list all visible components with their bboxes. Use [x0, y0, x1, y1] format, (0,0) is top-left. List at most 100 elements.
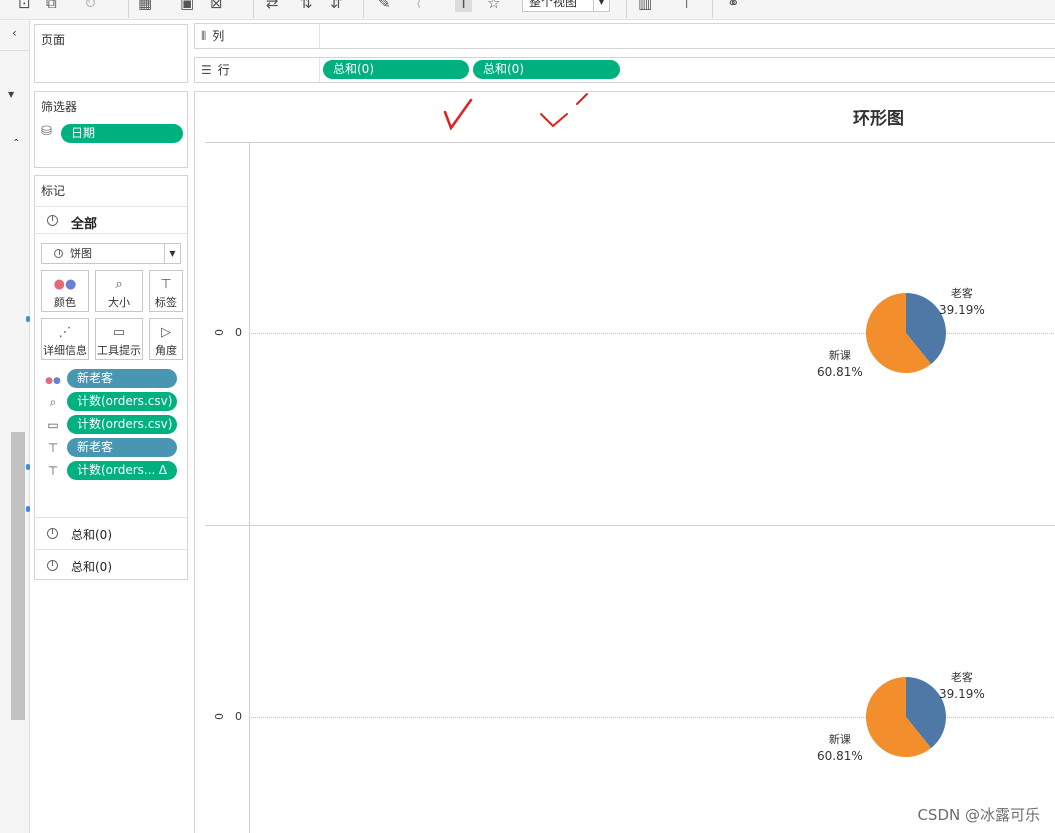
chart-title: 环形图	[853, 109, 904, 129]
pie-mark-icon	[54, 249, 63, 258]
label-button[interactable]: ⊤ 标签	[149, 270, 183, 312]
divider	[0, 50, 30, 51]
mark-field-size: ⌕ 计数(orders.csv)	[45, 392, 180, 412]
pie-label-new-customer: 新课 60.81%	[817, 732, 863, 764]
field-pill-count[interactable]: 计数(orders.csv)	[67, 415, 177, 434]
marks-card-sum-1[interactable]: 总和(0)	[35, 517, 187, 549]
save-icon[interactable]: ▣	[180, 0, 194, 12]
detail-button-label: 详细信息	[43, 344, 87, 357]
pie-mark-icon	[47, 560, 58, 571]
field-marker	[26, 464, 30, 470]
toolbar-divider	[712, 0, 713, 18]
rows-icon: ☰	[201, 63, 212, 77]
field-pill-new-old-customer[interactable]: 新老客	[67, 438, 177, 457]
highlight-icon[interactable]: ✎	[378, 0, 391, 12]
scroll-up-icon[interactable]: ⌃	[12, 138, 20, 149]
color-button-label: 颜色	[54, 296, 76, 309]
sort-asc-icon[interactable]: ⇅	[300, 0, 313, 12]
detail-button[interactable]: ⋰ 详细信息	[41, 318, 89, 360]
sum-card-label: 总和(0)	[71, 560, 112, 574]
mark-field-label-count: ⊤ 计数(orders... Δ	[45, 461, 180, 481]
axis-tick: 0	[235, 326, 242, 339]
share-icon[interactable]: ⚭	[727, 0, 740, 12]
rows-pill-label: 总和(0)	[333, 62, 374, 76]
axis-title-tick: 0	[212, 713, 225, 720]
rows-pill-label: 总和(0)	[483, 62, 524, 76]
checkmark-annotation-1	[443, 98, 473, 131]
pie-chart-2[interactable]	[865, 676, 947, 758]
chevron-left-icon[interactable]: ‹	[12, 26, 17, 40]
axis-title-tick: 0	[212, 329, 225, 336]
pie-mark-icon	[47, 528, 58, 539]
field-pill-new-old-customer[interactable]: 新老客	[67, 369, 177, 388]
detail-icon: ⋰	[58, 325, 72, 340]
field-pill-label: 计数(orders...	[77, 463, 156, 477]
pages-title: 页面	[41, 33, 66, 47]
columns-shelf-label: ⦀ 列	[195, 24, 320, 48]
field-pill-count[interactable]: 计数(orders.csv)	[67, 392, 177, 411]
slice-label-name: 新课	[828, 733, 851, 746]
chevron-down-icon: ▼	[164, 244, 180, 263]
field-pill-count-delta[interactable]: 计数(orders... Δ	[67, 461, 177, 480]
slice-label-value: 39.19%	[939, 303, 985, 317]
columns-shelf[interactable]: ⦀ 列	[194, 23, 1055, 49]
chevron-down-icon[interactable]: ▼	[8, 90, 14, 99]
delta-icon: Δ	[158, 463, 167, 477]
pin-icon[interactable]: ☆	[487, 0, 500, 12]
paperclip-icon[interactable]: ⌇	[415, 0, 422, 12]
pages-panel: 页面	[34, 24, 188, 83]
view-canvas: 环形图 0 0 0 0 老客 39.19% 新课 60.81% 老客 39.19…	[194, 91, 1055, 833]
rows-pill-sum-2[interactable]: 总和(0)	[473, 60, 620, 79]
size-icon: ⌕	[49, 395, 57, 409]
tooltip-button[interactable]: ▭ 工具提示	[95, 318, 143, 360]
view-dropdown[interactable]: 整个视图 ▼	[522, 0, 610, 12]
rows-pill-sum-1[interactable]: 总和(0)	[323, 60, 469, 79]
checkmark-annotations	[443, 93, 588, 131]
sort-desc-icon[interactable]: ⇵	[330, 0, 343, 12]
pie-label-old-customer: 老客 39.19%	[939, 670, 985, 702]
marks-title: 标记	[41, 184, 66, 198]
angle-icon: ▷	[161, 325, 171, 340]
field-pill-label: 新老客	[77, 371, 114, 385]
pie-chart-1[interactable]	[865, 292, 947, 374]
rows-shelf[interactable]: ☰ 行 总和(0) 总和(0)	[194, 57, 1055, 83]
angle-button[interactable]: ▷ 角度	[149, 318, 183, 360]
marks-card-sum-2[interactable]: 总和(0)	[35, 549, 187, 581]
clear-sheet-icon[interactable]: ⊠	[210, 0, 223, 12]
size-icon: ⌕	[115, 277, 123, 292]
columns-icon: ⦀	[201, 29, 207, 43]
duplicate-icon[interactable]: ⧉	[46, 0, 57, 12]
checkmark-annotation-2	[540, 93, 588, 128]
presentation-icon[interactable]: ⊤	[680, 0, 693, 12]
filter-pill-date[interactable]: 日期	[61, 124, 183, 143]
swap-icon[interactable]: ⇄	[266, 0, 279, 12]
color-button[interactable]: ●● 颜色	[41, 270, 89, 312]
scrollbar-thumb[interactable]	[11, 432, 25, 720]
watermark: CSDN @冰露可乐	[917, 806, 1040, 824]
label-toggle-icon[interactable]: T	[455, 0, 473, 12]
toolbar-divider	[128, 0, 129, 18]
marks-all-label: 全部	[71, 217, 98, 232]
slice-label-value: 60.81%	[817, 365, 863, 379]
slice-label-value: 39.19%	[939, 687, 985, 701]
angle-button-label: 角度	[155, 344, 177, 357]
slice-label-name: 新课	[828, 349, 851, 362]
chevron-down-icon: ▼	[593, 0, 609, 11]
field-marker	[26, 506, 30, 512]
pie-mark-icon	[47, 215, 58, 226]
axis-tick: 0	[235, 710, 242, 723]
toolbar-divider	[363, 0, 364, 18]
pie-label-old-customer: 老客 39.19%	[939, 286, 985, 318]
rows-shelf-label: ☰ 行	[195, 58, 320, 82]
redo-icon[interactable]: ↻	[84, 0, 97, 12]
add-sheet-icon[interactable]: ⊡	[18, 0, 31, 12]
size-button-label: 大小	[108, 296, 130, 309]
size-button[interactable]: ⌕ 大小	[95, 270, 143, 312]
marks-card-all[interactable]: 全部	[35, 206, 187, 234]
show-me-icon[interactable]: ▥	[638, 0, 652, 12]
mark-field-label: ⊤ 新老客	[45, 438, 180, 458]
new-worksheet-icon[interactable]: ▦	[138, 0, 152, 12]
mark-type-select[interactable]: 饼图 ▼	[41, 243, 181, 264]
mark-type-label: 饼图	[70, 247, 92, 260]
filter-pill-label: 日期	[71, 126, 96, 140]
